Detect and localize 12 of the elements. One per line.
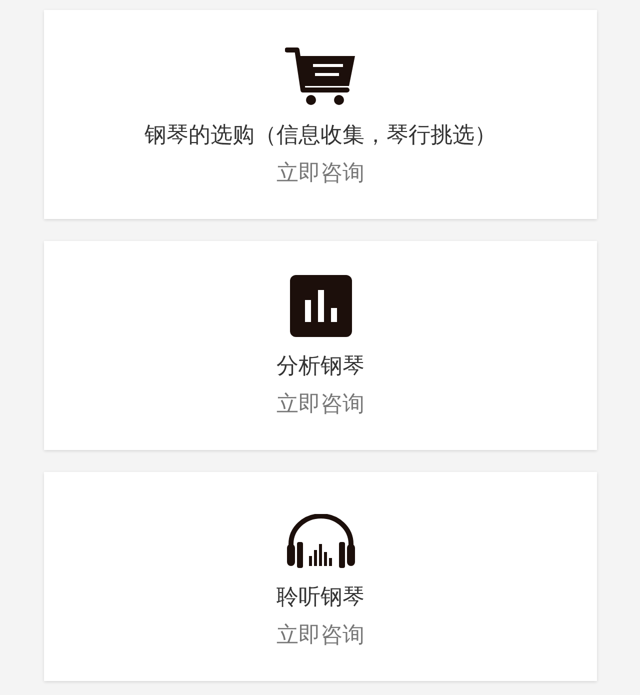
headphones-icon [284,514,356,568]
shopping-cart-icon [284,46,356,106]
consult-link[interactable]: 立即咨询 [276,388,364,420]
service-card[interactable]: 分析钢琴 立即咨询 [44,241,597,450]
service-card[interactable]: 聆听钢琴 立即咨询 [44,472,597,681]
consult-link[interactable]: 立即咨询 [276,620,364,652]
card-title: 钢琴的选购（信息收集，琴行挑选） [144,122,496,150]
card-title: 分析钢琴 [276,352,364,380]
service-card[interactable]: 钢琴的选购（信息收集，琴行挑选） 立即咨询 [44,10,597,219]
card-title: 聆听钢琴 [276,584,364,612]
bar-chart-icon [290,274,352,336]
consult-link[interactable]: 立即咨询 [276,158,364,190]
